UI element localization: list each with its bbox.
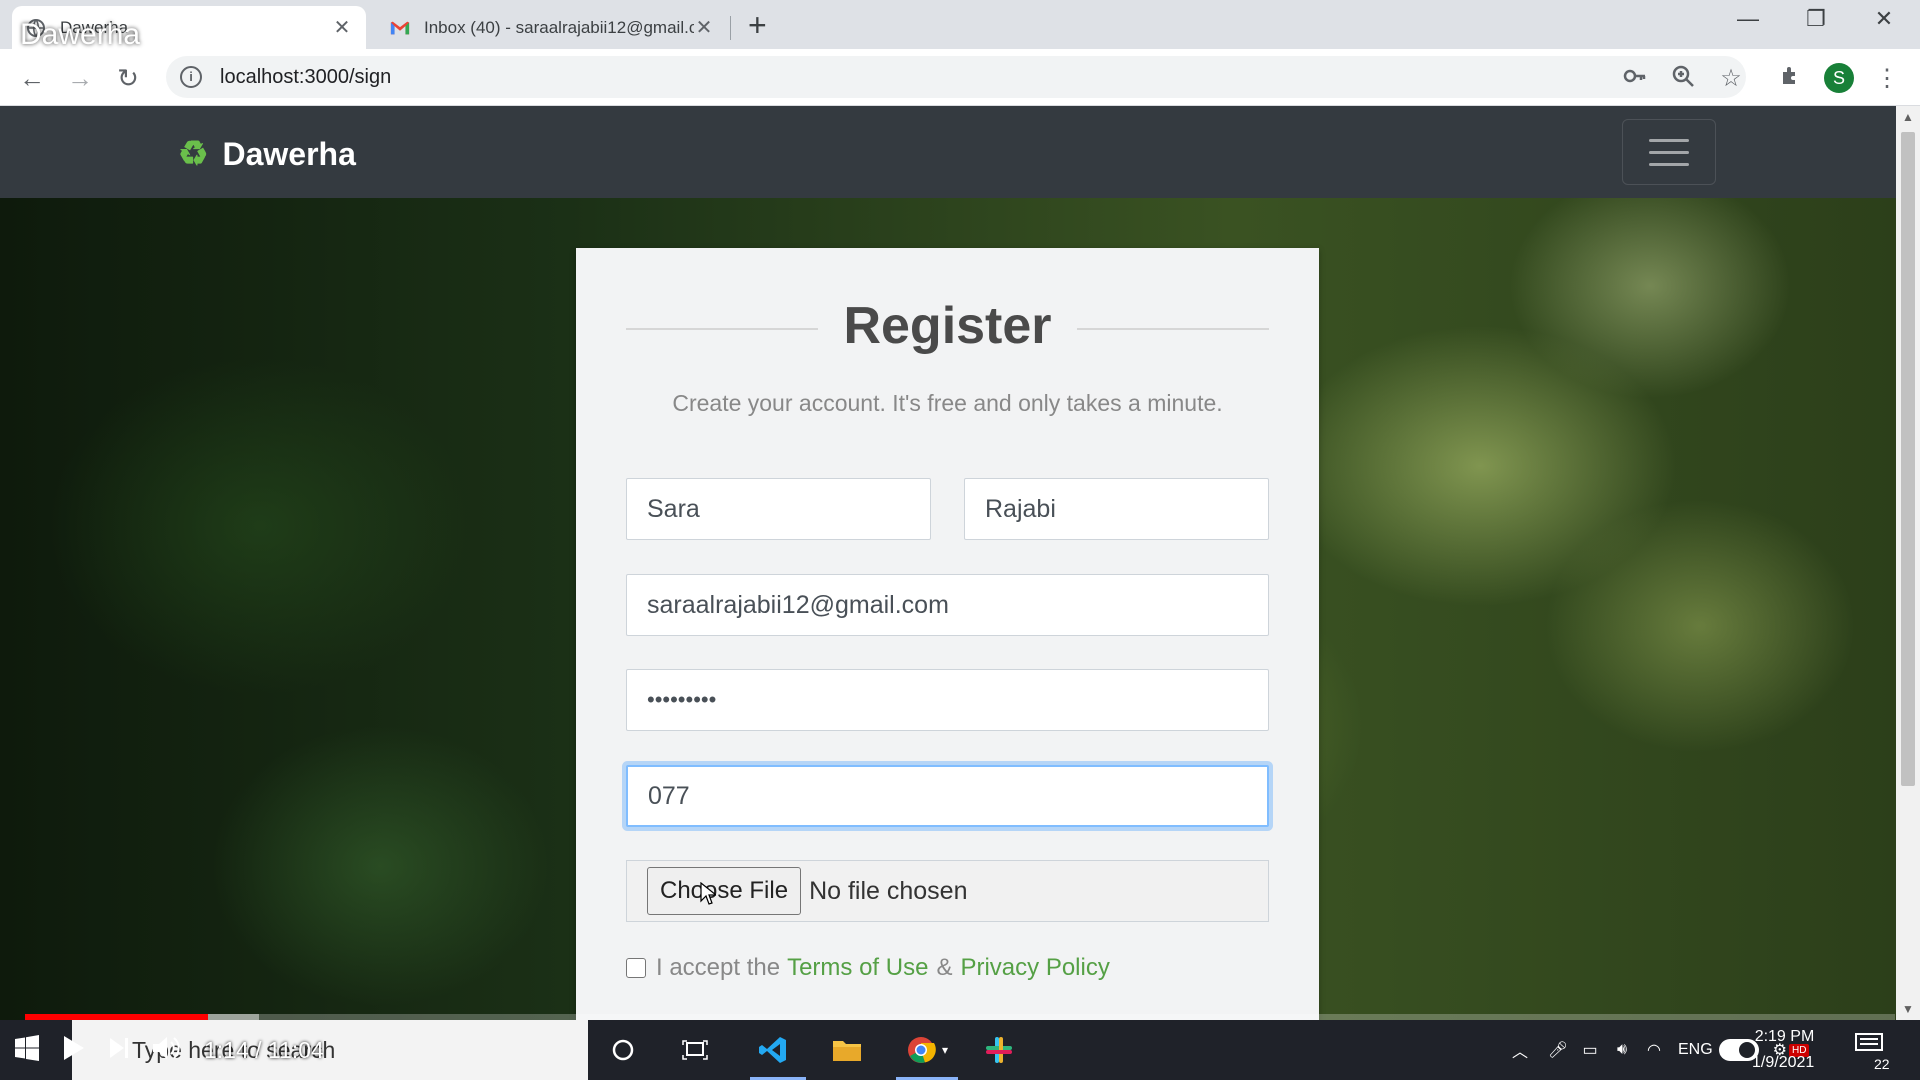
microphone-icon[interactable]: 🎤︎ bbox=[1542, 1040, 1574, 1060]
chevron-up-icon[interactable]: ︿ bbox=[1508, 1038, 1532, 1062]
chrome-taskbar-icon[interactable]: ▾ bbox=[892, 1020, 962, 1080]
page-viewport: ♻ Dawerha Register Create your account. … bbox=[0, 106, 1896, 1020]
task-view-icon[interactable] bbox=[672, 1020, 718, 1080]
restore-icon[interactable]: ❐ bbox=[1796, 6, 1836, 32]
hamburger-bar bbox=[1649, 162, 1689, 166]
password-field[interactable]: ••••••••• bbox=[626, 669, 1269, 731]
video-controls: 1:14 / 11:04 bbox=[14, 1024, 324, 1076]
brand-name: Dawerha bbox=[222, 135, 356, 172]
cortana-icon[interactable] bbox=[600, 1020, 646, 1080]
scrollbar-thumb[interactable] bbox=[1901, 132, 1915, 786]
choose-file-button[interactable]: Choose File bbox=[647, 867, 802, 915]
close-tab-icon[interactable]: ✕ bbox=[332, 15, 352, 40]
terms-checkbox[interactable] bbox=[626, 958, 646, 978]
navbar-toggle-button[interactable] bbox=[1622, 119, 1716, 185]
notification-count: 22 bbox=[1874, 1056, 1890, 1072]
mouse-cursor-icon bbox=[700, 881, 718, 911]
close-tab-icon[interactable]: ✕ bbox=[694, 15, 714, 40]
file-upload-field: Choose File No file chosen bbox=[626, 860, 1269, 922]
site-info-icon[interactable]: i bbox=[180, 66, 202, 88]
bookmark-star-icon[interactable]: ☆ bbox=[1716, 64, 1746, 93]
form-title: Register bbox=[843, 297, 1052, 355]
minimize-icon[interactable]: — bbox=[1728, 6, 1768, 32]
email-field[interactable]: saraalrajabii12@gmail.com bbox=[626, 574, 1269, 636]
clock-time: 2:19 PM bbox=[1754, 1028, 1815, 1045]
extensions-puzzle-icon[interactable] bbox=[1776, 64, 1806, 95]
recycle-icon: ♻ bbox=[178, 135, 209, 173]
video-time: 1:14 / 11:04 bbox=[204, 1036, 324, 1063]
key-icon[interactable] bbox=[1620, 64, 1650, 95]
phone-field[interactable]: 077 bbox=[626, 765, 1269, 827]
url-text[interactable]: localhost:3000/sign bbox=[220, 66, 391, 89]
terms-ampersand: & bbox=[936, 954, 953, 981]
video-overlay-title: Dawerha bbox=[20, 18, 141, 51]
address-bar[interactable]: i localhost:3000/sign bbox=[166, 56, 1746, 98]
site-navbar: ♻ Dawerha bbox=[0, 106, 1896, 198]
tab-gmail-inbox[interactable]: Inbox (40) - saraalrajabii12@gmail.com ✕ bbox=[376, 6, 728, 49]
close-window-icon[interactable]: ✕ bbox=[1864, 6, 1904, 32]
wifi-icon[interactable]: ◠ bbox=[1638, 1040, 1670, 1060]
title-rule-right bbox=[1077, 328, 1269, 330]
tab-divider bbox=[730, 16, 731, 40]
gmail-icon bbox=[390, 18, 410, 38]
first-name-field[interactable]: Sara bbox=[626, 478, 931, 540]
battery-icon[interactable]: ▭ bbox=[1574, 1040, 1606, 1060]
tab-title: Inbox (40) - saraalrajabii12@gmail.com bbox=[424, 17, 694, 37]
hamburger-bar bbox=[1649, 138, 1689, 142]
language-indicator[interactable]: ENG bbox=[1678, 1041, 1713, 1059]
back-arrow-icon[interactable]: ← bbox=[14, 60, 50, 96]
chrome-menu-icon[interactable]: ⋮ bbox=[1872, 64, 1902, 93]
file-status-text: No file chosen bbox=[809, 876, 968, 905]
terms-prefix: I accept the bbox=[656, 954, 781, 981]
zoom-icon[interactable] bbox=[1668, 64, 1698, 95]
browser-tab-strip: Dawerha ✕ Inbox (40) - saraalrajabii12@g… bbox=[0, 0, 1920, 49]
brand-link[interactable]: ♻ Dawerha bbox=[178, 134, 356, 174]
forward-arrow-icon[interactable]: → bbox=[62, 60, 98, 96]
terms-row: I accept the Terms of Use & Privacy Poli… bbox=[626, 954, 1110, 982]
next-video-icon[interactable] bbox=[108, 1037, 130, 1064]
hamburger-bar bbox=[1649, 150, 1689, 154]
play-icon[interactable] bbox=[62, 1035, 86, 1066]
file-explorer-icon[interactable] bbox=[816, 1020, 878, 1080]
reload-icon[interactable]: ↻ bbox=[110, 60, 146, 96]
scroll-down-arrow-icon[interactable]: ▼ bbox=[1896, 1002, 1920, 1016]
form-subtitle: Create your account. It's free and only … bbox=[672, 390, 1223, 416]
volume-icon[interactable] bbox=[152, 1035, 182, 1066]
new-tab-button[interactable]: + bbox=[748, 8, 767, 42]
speaker-icon[interactable]: 🔊︎ bbox=[1606, 1041, 1638, 1059]
action-center-icon[interactable]: 22 bbox=[1852, 1030, 1892, 1072]
chevron-down-icon[interactable]: ▾ bbox=[942, 1043, 948, 1057]
browser-toolbar: ← → ↻ i localhost:3000/sign ☆ S ⋮ bbox=[0, 49, 1920, 106]
taskbar-clock[interactable]: 2:19 PM 1/9/2021 bbox=[1752, 1024, 1814, 1076]
clock-date: 1/9/2021 bbox=[1752, 1054, 1815, 1071]
slack-icon[interactable] bbox=[968, 1020, 1030, 1080]
page-scrollbar[interactable]: ▲ ▼ bbox=[1896, 106, 1920, 1020]
register-card: Register Create your account. It's free … bbox=[576, 248, 1319, 1020]
terms-of-use-link[interactable]: Terms of Use bbox=[787, 954, 928, 982]
last-name-field[interactable]: Rajabi bbox=[964, 478, 1269, 540]
privacy-policy-link[interactable]: Privacy Policy bbox=[960, 954, 1109, 982]
profile-avatar[interactable]: S bbox=[1824, 63, 1854, 93]
vscode-icon[interactable] bbox=[742, 1020, 806, 1080]
scroll-up-arrow-icon[interactable]: ▲ bbox=[1896, 110, 1920, 124]
windows-start-icon[interactable] bbox=[14, 1034, 40, 1066]
